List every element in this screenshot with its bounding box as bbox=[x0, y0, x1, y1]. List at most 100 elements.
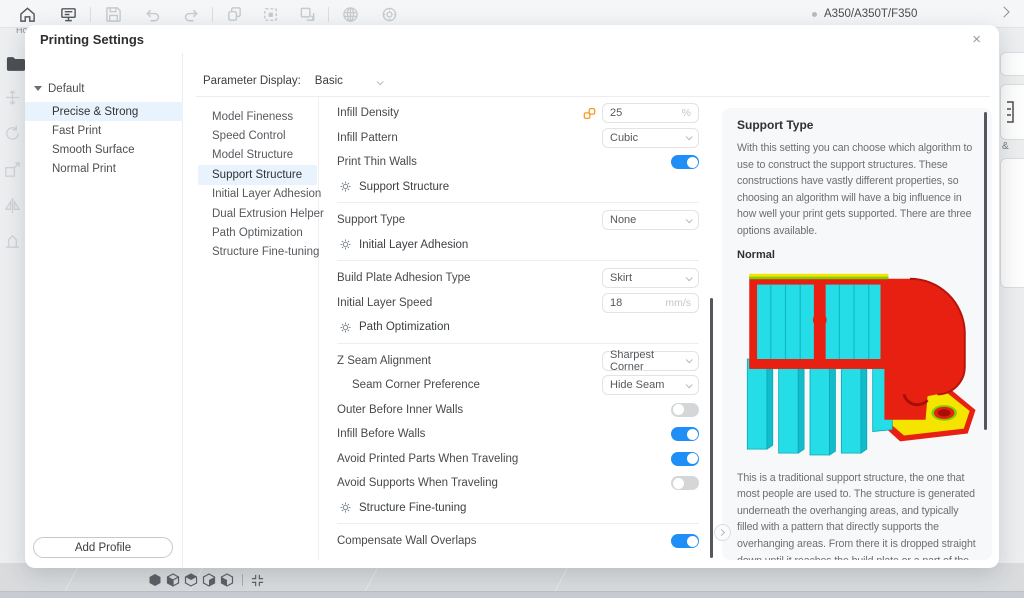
input-value: 18 bbox=[610, 296, 623, 309]
right-view-icon[interactable] bbox=[220, 573, 234, 587]
nav-speed-control[interactable]: Speed Control bbox=[198, 126, 317, 145]
undo-icon[interactable] bbox=[144, 6, 161, 23]
profile-item-smooth-surface[interactable]: Smooth Surface bbox=[25, 140, 183, 159]
infill-before-walls-toggle[interactable] bbox=[671, 427, 699, 442]
nav-model-structure[interactable]: Model Structure bbox=[198, 146, 317, 165]
chevron-down-icon bbox=[685, 216, 693, 224]
detail-scrollbar[interactable] bbox=[984, 112, 987, 430]
language-globe-icon[interactable] bbox=[342, 6, 359, 23]
app-window: Home & bbox=[0, 0, 1024, 598]
nav-structure-fine-tuning[interactable]: Structure Fine-tuning bbox=[198, 243, 319, 262]
region-select-icon[interactable] bbox=[262, 6, 279, 23]
nav-label: Model Fineness bbox=[212, 110, 294, 123]
avoid-supports-toggle[interactable] bbox=[671, 476, 699, 491]
settings-rows: Infill Density 25 % Infill Pattern Cubic… bbox=[337, 101, 699, 554]
select-value: Hide Seam bbox=[610, 379, 665, 392]
front-view-icon[interactable] bbox=[166, 573, 180, 587]
caret-down-icon bbox=[34, 86, 42, 91]
printing-settings-dialog: Printing Settings × Default Precise & St… bbox=[25, 25, 999, 568]
redo-icon[interactable] bbox=[183, 6, 200, 23]
nav-path-optimization[interactable]: Path Optimization bbox=[198, 223, 317, 242]
setting-label: Outer Before Inner Walls bbox=[337, 403, 464, 416]
left-view-icon[interactable] bbox=[202, 573, 216, 587]
top-toolbar: A350/A350T/F350 bbox=[0, 0, 1024, 28]
seam-corner-preference-select[interactable]: Hide Seam bbox=[602, 375, 699, 396]
device-selector[interactable]: A350/A350T/F350 bbox=[812, 0, 917, 28]
section-label: Structure Fine-tuning bbox=[359, 501, 467, 514]
view-controls bbox=[148, 571, 264, 589]
workspace-icon[interactable] bbox=[60, 6, 77, 23]
unlink-icon[interactable] bbox=[583, 107, 596, 120]
setting-label: Z Seam Alignment bbox=[337, 354, 431, 367]
input-value: 25 bbox=[610, 107, 623, 120]
section-initial-layer-adhesion[interactable]: Initial Layer Adhesion bbox=[337, 233, 699, 258]
preferences-gear-icon[interactable] bbox=[381, 6, 398, 23]
infill-density-input[interactable]: 25 % bbox=[602, 103, 699, 124]
profile-item-fast-print[interactable]: Fast Print bbox=[25, 121, 183, 140]
nav-initial-layer-adhesion[interactable]: Initial Layer Adhesion bbox=[198, 185, 321, 204]
build-plate-adhesion-select[interactable]: Skirt bbox=[602, 268, 699, 289]
section-support-structure[interactable]: Support Structure bbox=[337, 175, 699, 200]
section-structure-fine-tuning[interactable]: Structure Fine-tuning bbox=[337, 496, 699, 521]
initial-layer-speed-input[interactable]: 18 mm/s bbox=[602, 292, 699, 313]
support-preview-image bbox=[746, 273, 976, 456]
section-path-optimization[interactable]: Path Optimization bbox=[337, 315, 699, 340]
nav-support-structure[interactable]: Support Structure bbox=[198, 165, 317, 185]
profile-item-label: Precise & Strong bbox=[52, 105, 139, 118]
gear-icon bbox=[340, 322, 351, 333]
isometric-view-icon[interactable] bbox=[148, 573, 162, 587]
row-initial-layer-speed: Initial Layer Speed 18 mm/s bbox=[337, 291, 699, 316]
outer-before-inner-walls-toggle[interactable] bbox=[671, 402, 699, 417]
print-thin-walls-toggle[interactable] bbox=[671, 155, 699, 170]
setting-label: Seam Corner Preference bbox=[352, 379, 480, 392]
fit-view-icon[interactable] bbox=[251, 574, 264, 587]
nav-label: Support Structure bbox=[212, 168, 303, 181]
setting-label: Infill Pattern bbox=[337, 131, 398, 144]
avoid-printed-parts-toggle[interactable] bbox=[671, 451, 699, 466]
device-label: A350/A350T/F350 bbox=[824, 8, 918, 20]
arrange-icon[interactable] bbox=[299, 6, 316, 23]
z-seam-alignment-select[interactable]: Sharpest Corner bbox=[602, 349, 699, 373]
toolbar-separator bbox=[328, 7, 329, 22]
divider bbox=[337, 260, 699, 261]
input-unit: % bbox=[681, 107, 691, 120]
home-icon[interactable] bbox=[19, 6, 36, 23]
add-profile-label: Add Profile bbox=[74, 541, 132, 554]
file-folder-icon[interactable] bbox=[6, 56, 26, 72]
setting-label: Compensate Wall Overlaps bbox=[337, 535, 477, 548]
copy-icon[interactable] bbox=[226, 6, 243, 23]
compensate-wall-overlaps-toggle[interactable] bbox=[671, 534, 699, 549]
right-panel-chevron-icon[interactable] bbox=[998, 6, 1010, 18]
chevron-down-icon bbox=[685, 133, 693, 141]
profile-item-label: Normal Print bbox=[52, 162, 116, 175]
nav-label: Speed Control bbox=[212, 130, 286, 143]
settings-scrollbar[interactable] bbox=[710, 298, 713, 558]
support-type-select[interactable]: None bbox=[602, 210, 699, 231]
profile-item-label: Fast Print bbox=[52, 124, 102, 137]
add-profile-button[interactable]: Add Profile bbox=[33, 537, 173, 558]
parameter-display-value[interactable]: Basic bbox=[315, 75, 343, 87]
row-outer-before-inner-walls: Outer Before Inner Walls bbox=[337, 398, 699, 423]
chevron-down-icon[interactable] bbox=[376, 72, 384, 90]
select-value: Cubic bbox=[610, 131, 639, 144]
nav-model-fineness[interactable]: Model Fineness bbox=[198, 107, 317, 126]
chevron-down-icon bbox=[685, 356, 693, 364]
setting-label: Infill Before Walls bbox=[337, 428, 426, 441]
section-label: Initial Layer Adhesion bbox=[359, 238, 469, 251]
chevron-down-icon bbox=[685, 274, 693, 282]
close-icon[interactable]: × bbox=[968, 29, 985, 50]
setting-label: Avoid Supports When Traveling bbox=[337, 477, 498, 490]
divider bbox=[337, 202, 699, 203]
profile-item-normal-print[interactable]: Normal Print bbox=[25, 159, 183, 178]
setting-label: Support Type bbox=[337, 214, 406, 227]
top-view-icon[interactable] bbox=[184, 573, 198, 587]
setting-label: Infill Density bbox=[337, 107, 399, 120]
nav-dual-extrusion-helper[interactable]: Dual Extrusion Helper bbox=[198, 204, 324, 223]
save-icon[interactable] bbox=[105, 6, 122, 23]
collapse-detail-button[interactable] bbox=[714, 524, 731, 541]
profile-group-default[interactable]: Default bbox=[25, 79, 183, 98]
infill-pattern-select[interactable]: Cubic bbox=[602, 127, 699, 148]
row-print-thin-walls: Print Thin Walls bbox=[337, 150, 699, 175]
nav-label: Model Structure bbox=[212, 149, 294, 162]
profile-item-precise-strong[interactable]: Precise & Strong bbox=[25, 102, 183, 121]
